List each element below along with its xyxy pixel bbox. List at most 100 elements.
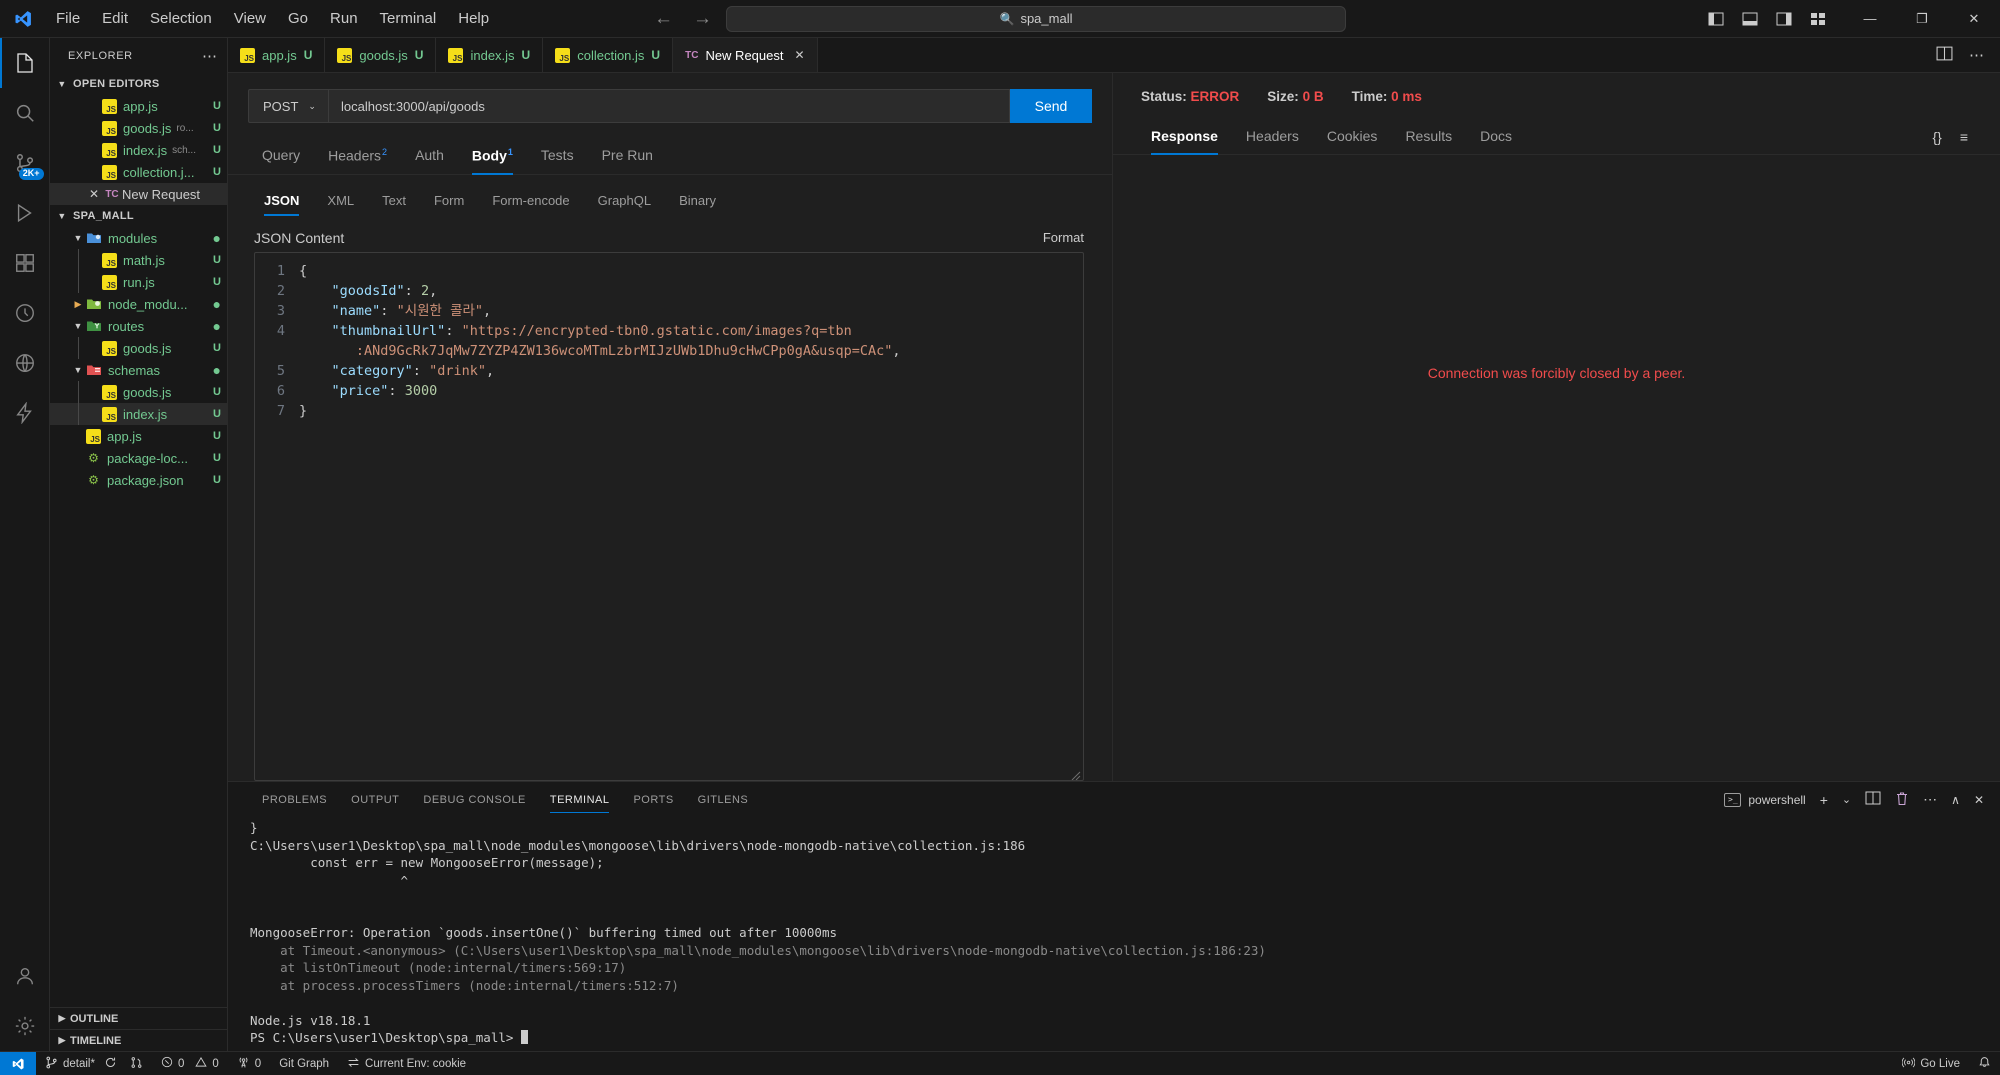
terminal-shell-chip[interactable]: >_ powershell <box>1724 792 1806 807</box>
activity-extensions-icon[interactable] <box>0 238 50 288</box>
section-timeline[interactable]: ▶ TIMELINE <box>50 1029 227 1051</box>
activity-testing-icon[interactable] <box>0 288 50 338</box>
terminal-profile-chevron-icon[interactable]: ⌄ <box>1842 793 1851 806</box>
tree-file-app-js[interactable]: JS app.js U <box>50 425 227 447</box>
activity-explorer-icon[interactable] <box>0 38 50 88</box>
split-terminal-icon[interactable] <box>1865 791 1881 808</box>
status-notifications[interactable] <box>1969 1052 2000 1075</box>
tree-file-package-lock-json[interactable]: ⚙ package-loc... U <box>50 447 227 469</box>
body-type-graphql[interactable]: GraphQL <box>584 187 665 216</box>
tab-app-js[interactable]: JS app.js U <box>228 38 326 72</box>
activity-remote-explorer-icon[interactable] <box>0 338 50 388</box>
panel-more-actions-icon[interactable]: ⋯ <box>1923 791 1937 808</box>
request-url-input[interactable] <box>328 89 1010 123</box>
minimize-button[interactable]: — <box>1844 0 1896 38</box>
tab-new-request[interactable]: TC New Request ✕ <box>673 38 818 72</box>
tab-index-js[interactable]: JS index.js U <box>436 38 544 72</box>
request-tab-tests[interactable]: Tests <box>527 139 588 173</box>
body-type-form[interactable]: Form <box>420 187 478 216</box>
open-editor-app-js[interactable]: JS app.js U <box>50 95 227 117</box>
maximize-button[interactable]: ❐ <box>1896 0 1948 38</box>
activity-run-debug-icon[interactable] <box>0 188 50 238</box>
tree-file-run-js[interactable]: JS run.js U <box>50 271 227 293</box>
status-problems[interactable]: 0 0 <box>152 1052 228 1075</box>
menu-run[interactable]: Run <box>320 6 368 31</box>
tree-file-package-json[interactable]: ⚙ package.json U <box>50 469 227 491</box>
body-type-binary[interactable]: Binary <box>665 187 730 216</box>
tree-folder-schemas[interactable]: ▼ schemas ● <box>50 359 227 381</box>
activity-settings-gear-icon[interactable] <box>0 1001 50 1051</box>
editor-resize-handle[interactable] <box>1071 768 1081 780</box>
menu-help[interactable]: Help <box>448 6 499 31</box>
open-editor-new-request[interactable]: ✕ TC New Request <box>50 183 227 205</box>
response-tab-headers[interactable]: Headers <box>1232 120 1313 154</box>
format-button[interactable]: Format <box>1043 230 1084 245</box>
panel-tab-problems[interactable]: PROBLEMS <box>250 784 339 816</box>
request-tab-headers[interactable]: Headers2 <box>314 139 401 174</box>
split-editor-icon[interactable] <box>1936 46 1953 65</box>
new-terminal-icon[interactable]: + <box>1820 792 1828 808</box>
response-menu-icon[interactable]: ≡ <box>1960 129 1968 145</box>
sync-icon[interactable] <box>104 1056 117 1072</box>
tree-folder-modules[interactable]: ▼ modules ● <box>50 227 227 249</box>
status-git-graph[interactable]: Git Graph <box>270 1052 338 1075</box>
forward-arrow-icon[interactable]: → <box>693 8 712 30</box>
remote-window-indicator[interactable] <box>0 1051 36 1075</box>
status-ports[interactable]: 0 <box>228 1052 270 1075</box>
tree-file-math-js[interactable]: JS math.js U <box>50 249 227 271</box>
response-tab-cookies[interactable]: Cookies <box>1313 120 1392 154</box>
body-type-xml[interactable]: XML <box>313 187 368 216</box>
open-editor-collection-js[interactable]: JS collection.j... U <box>50 161 227 183</box>
menu-go[interactable]: Go <box>278 6 318 31</box>
response-tab-docs[interactable]: Docs <box>1466 120 1526 154</box>
toggle-panel-icon[interactable] <box>1740 11 1760 27</box>
activity-search-icon[interactable] <box>0 88 50 138</box>
request-tab-pre-run[interactable]: Pre Run <box>588 139 667 173</box>
menu-view[interactable]: View <box>224 6 276 31</box>
body-type-json[interactable]: JSON <box>250 187 313 216</box>
section-project-root[interactable]: ▼ SPA_MALL <box>50 205 227 227</box>
activity-accounts-icon[interactable] <box>0 951 50 1001</box>
close-icon[interactable]: ✕ <box>86 187 102 201</box>
menu-edit[interactable]: Edit <box>92 6 138 31</box>
body-type-form-encode[interactable]: Form-encode <box>478 187 583 216</box>
tree-file-routes-goods-js[interactable]: JS goods.js U <box>50 337 227 359</box>
response-tab-results[interactable]: Results <box>1391 120 1466 154</box>
response-tab-response[interactable]: Response <box>1137 120 1232 155</box>
menu-file[interactable]: File <box>46 6 90 31</box>
http-method-select[interactable]: POST ⌄ <box>248 89 328 123</box>
activity-source-control-icon[interactable]: 2K+ <box>0 138 50 188</box>
sidebar-more-actions-icon[interactable]: ⋯ <box>198 47 221 65</box>
panel-tab-gitlens[interactable]: GITLENS <box>686 784 761 816</box>
editor-more-actions-icon[interactable]: ⋯ <box>1969 46 1984 64</box>
git-pull-request-icon[interactable] <box>130 1056 143 1072</box>
trash-icon[interactable] <box>1895 791 1909 809</box>
format-json-icon[interactable]: {} <box>1932 129 1941 145</box>
maximize-panel-icon[interactable]: ∧ <box>1951 793 1960 807</box>
command-center-search[interactable]: 🔍 spa_mall <box>726 5 1346 32</box>
toggle-primary-sidebar-icon[interactable] <box>1706 11 1726 27</box>
menu-selection[interactable]: Selection <box>140 6 222 31</box>
tree-file-schemas-index-js[interactable]: JS index.js U <box>50 403 227 425</box>
tree-folder-routes[interactable]: ▼ routes ● <box>50 315 227 337</box>
toggle-secondary-sidebar-icon[interactable] <box>1774 11 1794 27</box>
status-branch[interactable]: detail* <box>36 1052 152 1075</box>
tree-file-schemas-goods-js[interactable]: JS goods.js U <box>50 381 227 403</box>
status-go-live[interactable]: Go Live <box>1893 1052 1969 1075</box>
back-arrow-icon[interactable]: ← <box>654 8 673 30</box>
request-tab-body[interactable]: Body1 <box>458 139 527 175</box>
customize-layout-icon[interactable] <box>1808 11 1828 27</box>
request-tab-query[interactable]: Query <box>248 139 314 173</box>
open-editor-goods-js[interactable]: JS goods.js ro... U <box>50 117 227 139</box>
section-open-editors[interactable]: ▼ OPEN EDITORS <box>50 73 227 95</box>
send-button[interactable]: Send <box>1010 89 1092 123</box>
json-body-editor[interactable]: 1{ 2 "goodsId": 2, 3 "name": "시원한 콜라", 4… <box>254 251 1084 781</box>
section-outline[interactable]: ▶ OUTLINE <box>50 1007 227 1029</box>
body-type-text[interactable]: Text <box>368 187 420 216</box>
tab-collection-js[interactable]: JS collection.js U <box>543 38 674 72</box>
terminal-output[interactable]: } C:\Users\user1\Desktop\spa_mall\node_mo… <box>228 817 2000 1051</box>
tree-folder-node-modules[interactable]: ▶ node_modu... ● <box>50 293 227 315</box>
activity-thunder-client-icon[interactable] <box>0 388 50 438</box>
menu-terminal[interactable]: Terminal <box>370 6 447 31</box>
close-panel-icon[interactable]: ✕ <box>1974 793 1984 807</box>
